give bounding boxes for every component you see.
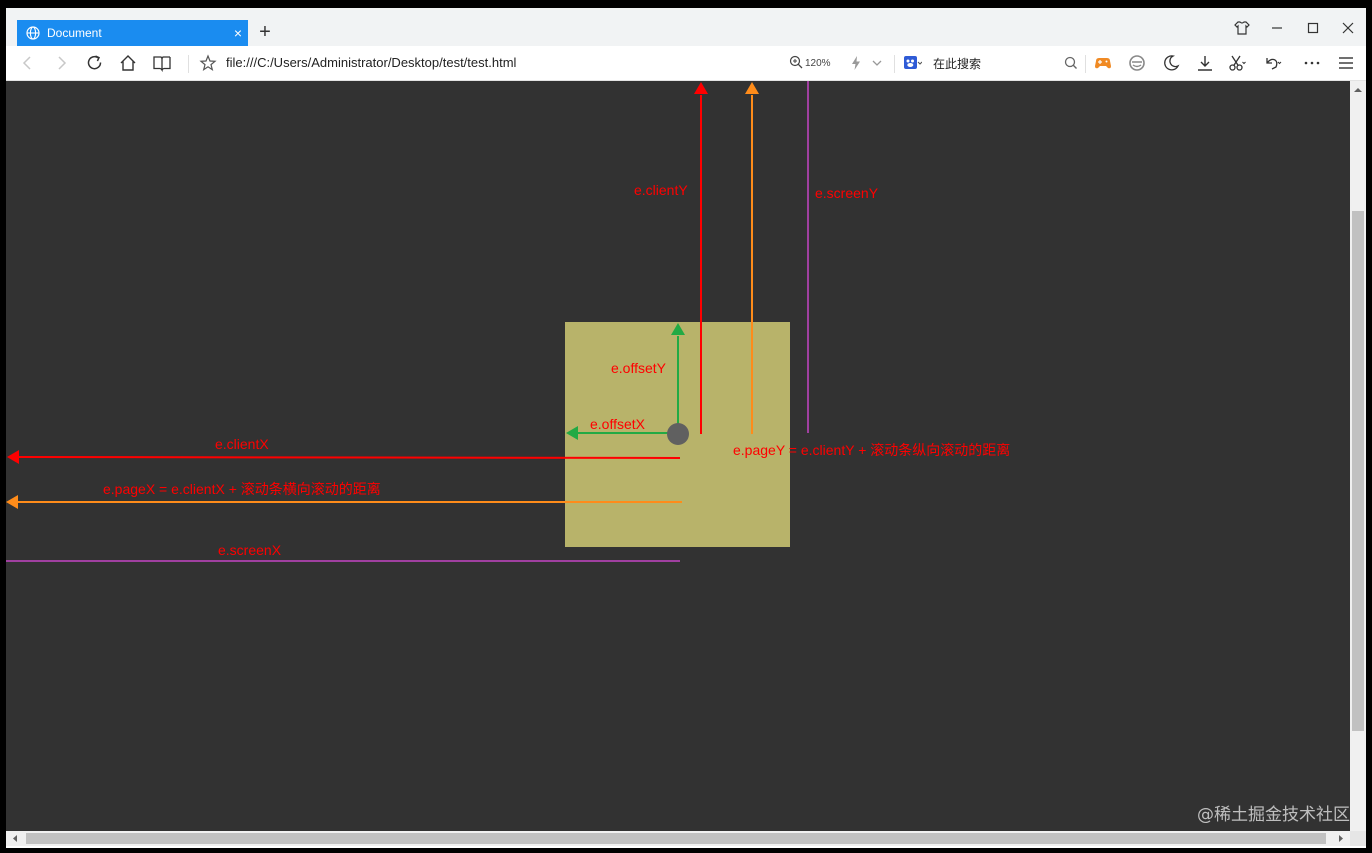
page-x-label: e.pageX = e.clientX + 滚动条横向滚动的距离 bbox=[103, 481, 381, 497]
gamepad-icon[interactable] bbox=[1093, 53, 1113, 73]
vertical-scrollbar[interactable] bbox=[1350, 81, 1366, 831]
client-x-line bbox=[18, 456, 681, 459]
mouse-pointer-dot bbox=[667, 423, 689, 445]
horizontal-scrollbar[interactable] bbox=[6, 831, 1350, 846]
client-y-label: e.clientY bbox=[634, 182, 688, 198]
scroll-up-icon[interactable] bbox=[1350, 83, 1366, 97]
close-window-icon[interactable] bbox=[1339, 19, 1357, 37]
search-input[interactable]: 在此搜索 bbox=[933, 55, 981, 72]
client-x-arrowhead bbox=[7, 450, 19, 464]
globe-icon bbox=[26, 26, 40, 40]
page-y-label: e.pageY = e.clientY + 滚动条纵向滚动的距离 bbox=[733, 442, 1010, 458]
lightning-icon[interactable] bbox=[846, 53, 866, 73]
menu-icon[interactable] bbox=[1336, 53, 1356, 73]
browser-window: Document × + file:///C:/Users/Administra… bbox=[6, 8, 1366, 848]
client-y-arrowhead bbox=[694, 82, 708, 94]
page-y-arrowhead bbox=[745, 82, 759, 94]
star-icon[interactable] bbox=[198, 53, 218, 73]
zoom-in-icon bbox=[789, 55, 803, 72]
vertical-scroll-thumb[interactable] bbox=[1352, 211, 1364, 731]
tab-close-icon[interactable]: × bbox=[228, 26, 248, 40]
page-x-arrowhead bbox=[6, 495, 18, 509]
scroll-right-icon[interactable] bbox=[1334, 831, 1348, 846]
horizontal-scroll-thumb[interactable] bbox=[26, 833, 1326, 844]
address-bar[interactable]: file:///C:/Users/Administrator/Desktop/t… bbox=[226, 55, 516, 70]
divider bbox=[188, 55, 189, 73]
maximize-icon[interactable] bbox=[1304, 19, 1322, 37]
minimize-icon[interactable] bbox=[1268, 19, 1286, 37]
client-x-label: e.clientX bbox=[215, 436, 269, 452]
undo-icon[interactable] bbox=[1262, 53, 1282, 73]
refresh-icon[interactable] bbox=[85, 53, 105, 73]
home-icon[interactable] bbox=[118, 53, 138, 73]
watermark: @稀土掘金技术社区 bbox=[1197, 805, 1350, 825]
more-icon[interactable] bbox=[1302, 53, 1322, 73]
page-content: e.clientY e.screenY e.offsetY e.offsetX … bbox=[6, 81, 1350, 831]
navigation-bar: file:///C:/Users/Administrator/Desktop/t… bbox=[6, 46, 1366, 81]
scrollbar-corner bbox=[1350, 831, 1366, 846]
zoom-indicator[interactable]: 120% bbox=[789, 55, 831, 72]
search-icon[interactable] bbox=[1061, 53, 1081, 73]
screen-y-label: e.screenY bbox=[815, 185, 879, 201]
back-icon[interactable] bbox=[18, 53, 38, 73]
download-icon[interactable] bbox=[1195, 53, 1215, 73]
scroll-left-icon[interactable] bbox=[8, 831, 22, 846]
screen-x-label: e.screenX bbox=[218, 542, 282, 558]
zoom-level: 120% bbox=[805, 58, 831, 69]
reading-mode-icon[interactable] bbox=[152, 53, 172, 73]
divider bbox=[894, 55, 895, 73]
offset-x-label: e.offsetX bbox=[590, 416, 646, 432]
tab-title: Document bbox=[47, 26, 102, 40]
forward-icon[interactable] bbox=[51, 53, 71, 73]
night-mode-icon[interactable] bbox=[1161, 53, 1181, 73]
coordinates-diagram: e.clientY e.screenY e.offsetY e.offsetX … bbox=[6, 81, 1010, 562]
scissors-icon[interactable] bbox=[1227, 53, 1247, 73]
offset-y-label: e.offsetY bbox=[611, 360, 667, 376]
shirt-icon[interactable] bbox=[1233, 19, 1251, 37]
chevron-down-icon[interactable] bbox=[867, 53, 887, 73]
browser-logo-icon[interactable] bbox=[1127, 53, 1147, 73]
new-tab-button[interactable]: + bbox=[255, 22, 275, 42]
tab-bar: Document × + bbox=[6, 8, 1366, 46]
divider bbox=[1085, 55, 1086, 73]
search-engine-icon[interactable] bbox=[902, 53, 923, 73]
tab-document[interactable]: Document × bbox=[17, 20, 248, 46]
